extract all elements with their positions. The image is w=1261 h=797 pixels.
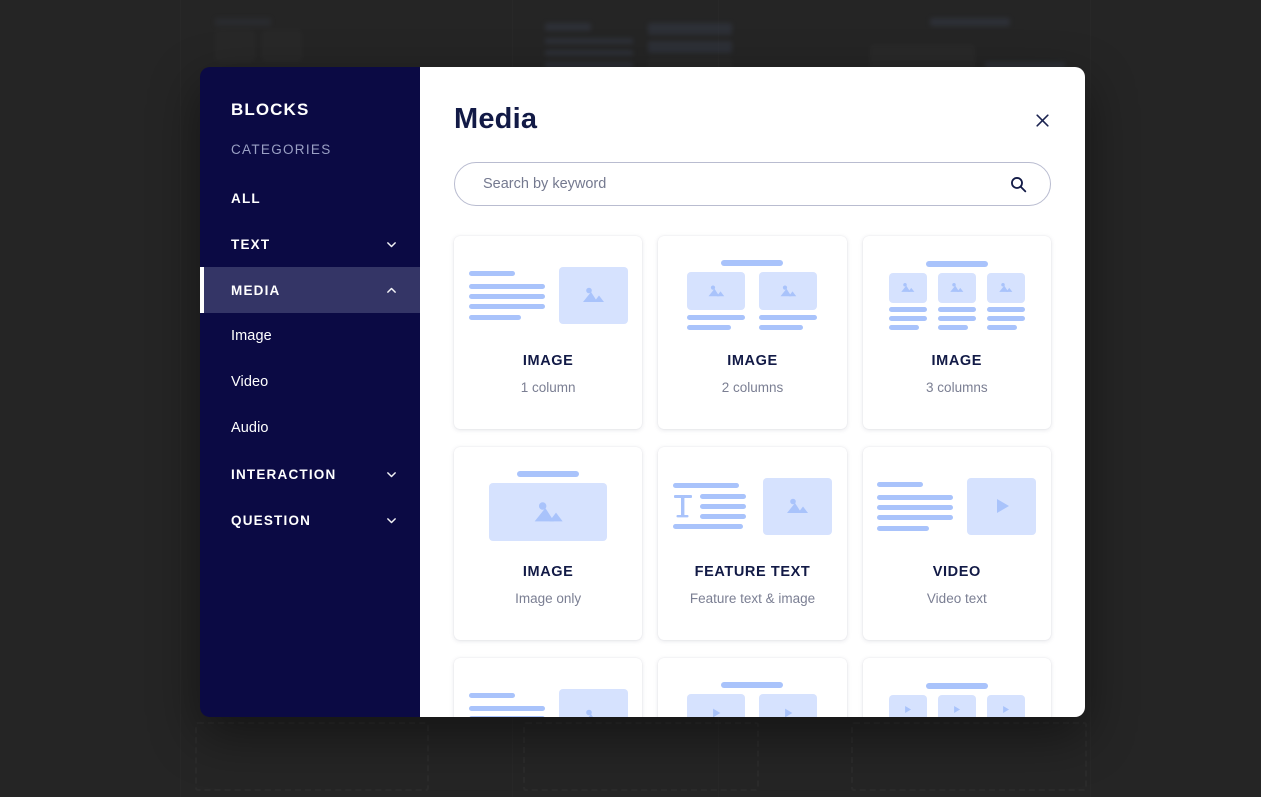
sidebar-item-interaction[interactable]: INTERACTION (200, 451, 420, 497)
image-placeholder-icon (888, 272, 927, 303)
sidebar-item-audio[interactable]: Audio (200, 405, 420, 451)
block-thumbnail (454, 447, 642, 565)
sidebar-nav: ALL TEXT MEDIA Image Video Audio INTERAC… (200, 175, 420, 543)
search-bar[interactable] (454, 162, 1051, 206)
image-placeholder-icon (762, 477, 832, 535)
block-thumbnail (863, 236, 1051, 354)
play-icon (888, 694, 927, 717)
panel-header: Media (420, 67, 1085, 136)
block-card-image-text-partial[interactable] (454, 658, 643, 717)
image-placeholder-icon (986, 272, 1025, 303)
block-card-image-1-column[interactable]: IMAGE 1 column (454, 236, 643, 429)
image-placeholder-icon (558, 688, 628, 717)
block-card-subtitle: Video text (926, 590, 987, 606)
play-icon (937, 694, 976, 717)
block-card-video-text[interactable]: VIDEO Video text (862, 447, 1051, 640)
sidebar-item-video[interactable]: Video (200, 359, 420, 405)
image-placeholder-icon (759, 272, 818, 310)
block-card-subtitle: 3 columns (926, 379, 988, 395)
block-thumbnail (454, 236, 642, 354)
play-icon (986, 694, 1025, 717)
blocks-scroll-area[interactable]: IMAGE 1 column IMAGE 2 columns IMAGE 3 c… (420, 230, 1085, 717)
close-icon[interactable] (1027, 105, 1057, 135)
sidebar-item-image[interactable]: Image (200, 313, 420, 359)
block-thumbnail (863, 658, 1051, 717)
play-icon (967, 477, 1037, 535)
sidebar-item-label: Video (231, 374, 269, 390)
sidebar-item-label: QUESTION (231, 512, 312, 528)
block-card-title: VIDEO (932, 564, 981, 580)
block-card-video-3-columns-partial[interactable] (862, 658, 1051, 717)
block-thumbnail (863, 447, 1051, 565)
blocks-sidebar: BLOCKS CATEGORIES ALL TEXT MEDIA Image V… (200, 67, 420, 717)
search-icon[interactable] (1009, 175, 1028, 194)
sidebar-item-label: Audio (231, 420, 269, 436)
blocks-panel: Media Search by keyword IMAGE 1 column I… (420, 67, 1085, 717)
sidebar-brand: BLOCKS (231, 100, 310, 119)
block-card-title: IMAGE (931, 353, 983, 369)
block-card-subtitle: Image only (515, 590, 582, 606)
block-card-subtitle: 1 column (520, 379, 576, 395)
page-title: Media (454, 103, 538, 135)
sidebar-item-question[interactable]: QUESTION (200, 497, 420, 543)
play-icon (687, 694, 746, 717)
block-card-image-2-columns[interactable]: IMAGE 2 columns (658, 236, 847, 429)
block-thumbnail (658, 236, 846, 354)
media-blocks-modal: BLOCKS CATEGORIES ALL TEXT MEDIA Image V… (200, 67, 1085, 717)
chevron-down-icon (385, 238, 398, 251)
block-card-image-only[interactable]: IMAGE Image only (454, 447, 643, 640)
block-thumbnail (454, 658, 642, 717)
block-thumbnail (658, 447, 846, 565)
image-placeholder-icon (489, 483, 608, 541)
text-t-icon (673, 493, 693, 519)
search-input[interactable] (481, 175, 1009, 193)
block-card-image-3-columns[interactable]: IMAGE 3 columns (862, 236, 1051, 429)
image-placeholder-icon (687, 272, 746, 310)
block-card-subtitle: Feature text & image (689, 590, 816, 606)
block-card-subtitle: 2 columns (721, 379, 784, 395)
blocks-grid: IMAGE 1 column IMAGE 2 columns IMAGE 3 c… (454, 230, 1051, 717)
sidebar-item-label: ALL (231, 190, 261, 206)
sidebar-item-all[interactable]: ALL (200, 175, 420, 221)
block-card-title: IMAGE (522, 353, 574, 369)
chevron-up-icon (385, 284, 398, 297)
sidebar-item-text[interactable]: TEXT (200, 221, 420, 267)
block-thumbnail (658, 658, 846, 717)
block-card-title: IMAGE (727, 353, 778, 369)
block-card-title: FEATURE TEXT (694, 564, 811, 580)
block-card-video-2-columns-partial[interactable] (658, 658, 847, 717)
block-card-title: IMAGE (522, 564, 574, 580)
sidebar-categories-label: CATEGORIES (231, 142, 332, 157)
chevron-down-icon (385, 514, 398, 527)
image-placeholder-icon (937, 272, 976, 303)
sidebar-item-label: INTERACTION (231, 466, 337, 482)
play-icon (759, 694, 818, 717)
sidebar-item-label: MEDIA (231, 282, 281, 298)
sidebar-item-label: TEXT (231, 236, 271, 252)
sidebar-item-media[interactable]: MEDIA (200, 267, 420, 313)
image-placeholder-icon (558, 266, 628, 324)
sidebar-item-label: Image (231, 328, 272, 344)
chevron-down-icon (385, 468, 398, 481)
block-card-feature-text[interactable]: FEATURE TEXT Feature text & image (658, 447, 847, 640)
